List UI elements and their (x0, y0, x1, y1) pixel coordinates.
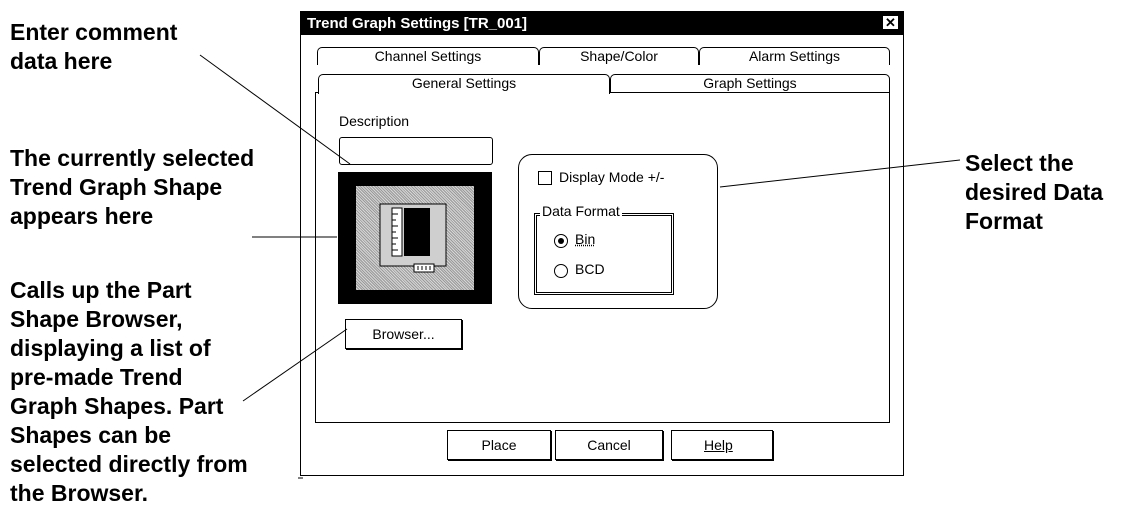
leader-browser (242, 328, 348, 402)
leader-lines (199, 54, 961, 479)
leader-data-format (719, 159, 961, 188)
leader-comment (199, 54, 351, 165)
